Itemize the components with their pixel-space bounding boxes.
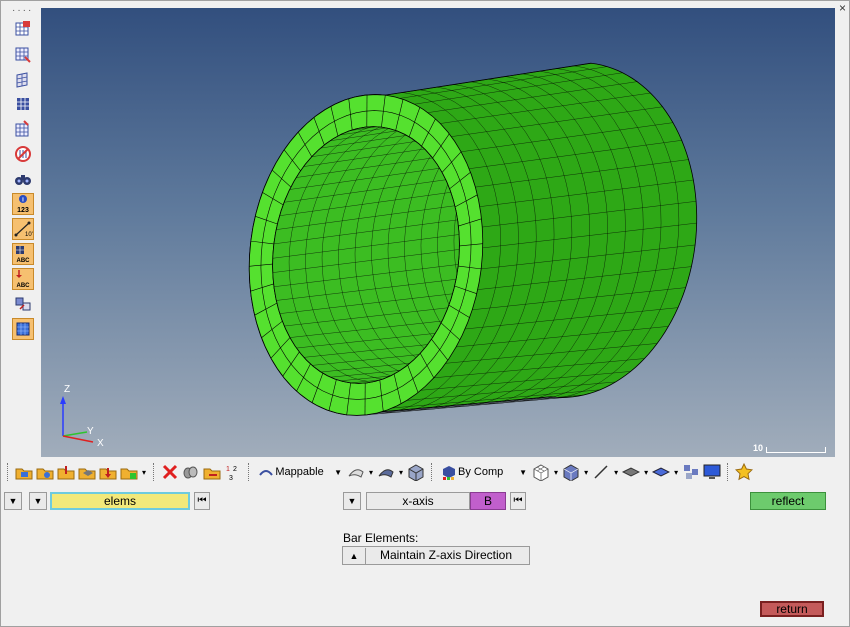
chevron-down-icon[interactable]: ▾ bbox=[644, 468, 648, 477]
cylinder-mesh bbox=[248, 62, 698, 416]
svg-text:10': 10' bbox=[25, 232, 33, 238]
chevron-down-icon[interactable]: ▾ bbox=[614, 468, 618, 477]
toggle-switch-icon[interactable]: ▲ bbox=[343, 548, 366, 564]
binoculars-icon[interactable] bbox=[12, 168, 34, 190]
svg-text:3: 3 bbox=[229, 475, 233, 481]
renumber-icon[interactable]: 123 bbox=[224, 463, 242, 481]
left-toolbar: ···· i 123 10' ABC ABC bbox=[9, 6, 37, 343]
color-mode-value: By Comp bbox=[458, 466, 504, 478]
elements-icon[interactable] bbox=[682, 463, 700, 481]
wireframe-icon[interactable] bbox=[532, 463, 550, 481]
bar-elements-label: Bar Elements: bbox=[343, 531, 419, 545]
x-axis-selector[interactable]: x-axis bbox=[366, 492, 470, 510]
no-mesh-icon[interactable] bbox=[12, 143, 34, 165]
color-mode-dropdown[interactable]: By Comp ▼ bbox=[439, 463, 529, 481]
open-model-icon[interactable] bbox=[15, 463, 33, 481]
svg-text:ABC: ABC bbox=[17, 283, 31, 289]
delete-icon[interactable] bbox=[161, 463, 179, 481]
close-icon[interactable]: × bbox=[839, 1, 846, 15]
measure-icon[interactable]: 10' bbox=[12, 218, 34, 240]
return-button[interactable]: return bbox=[760, 601, 824, 617]
toolbar-grip[interactable]: ···· bbox=[12, 6, 37, 16]
triad-z-label: Z bbox=[64, 384, 70, 395]
graphics-viewport[interactable]: Z Y X 10 bbox=[41, 8, 835, 457]
separator bbox=[153, 463, 155, 481]
svg-text:ABC: ABC bbox=[17, 258, 31, 264]
elems-selector[interactable]: elems bbox=[50, 492, 190, 510]
toolbar-grip[interactable] bbox=[7, 463, 9, 481]
chevron-down-icon[interactable]: ▾ bbox=[369, 468, 373, 477]
open-folder-icon[interactable] bbox=[36, 463, 54, 481]
move-icon[interactable] bbox=[203, 463, 221, 481]
separator bbox=[248, 463, 250, 481]
mesh-create-icon[interactable] bbox=[12, 68, 34, 90]
mesh-check-icon[interactable] bbox=[12, 18, 34, 40]
maintain-z-axis-label: Maintain Z-axis Direction bbox=[379, 548, 513, 562]
plane-shaded-icon[interactable] bbox=[652, 463, 671, 481]
label-abc-down-icon[interactable]: ABC bbox=[12, 268, 34, 290]
export-solver-icon[interactable] bbox=[120, 463, 138, 481]
mesh-mode-dropdown[interactable]: Mappable ▼ bbox=[256, 463, 344, 481]
star-icon[interactable] bbox=[735, 463, 754, 481]
export-icon[interactable] bbox=[99, 463, 117, 481]
chevron-down-icon[interactable]: ▾ bbox=[399, 468, 403, 477]
triad-x-label: X bbox=[97, 438, 104, 449]
mesh-edit-icon[interactable] bbox=[12, 43, 34, 65]
scale-bar: 10 bbox=[753, 443, 826, 453]
import-geometry-icon[interactable] bbox=[78, 463, 96, 481]
line-icon[interactable] bbox=[592, 463, 610, 481]
bottom-toolbar: ▾ 123 Mappable ▼ ▾ ▾ By Comp ▼ ▾ ▾ ▾ ▾ ▾ bbox=[4, 460, 844, 484]
chevron-down-icon[interactable]: ▾ bbox=[142, 468, 146, 477]
import-icon[interactable] bbox=[57, 463, 75, 481]
axis-triad: Z Y X bbox=[60, 384, 104, 449]
separator bbox=[431, 463, 433, 481]
label-abc-icon[interactable]: ABC bbox=[12, 243, 34, 265]
chevron-down-icon[interactable]: ▼ bbox=[334, 468, 342, 477]
by-comp-icon bbox=[443, 466, 456, 480]
reset-icon[interactable]: ⏮ bbox=[194, 492, 210, 510]
entity-type-dropdown[interactable]: ▼ bbox=[29, 492, 47, 510]
chevron-down-icon[interactable]: ▾ bbox=[554, 468, 558, 477]
svg-text:123: 123 bbox=[17, 207, 29, 214]
axis-dropdown[interactable]: ▼ bbox=[343, 492, 361, 510]
chevron-down-icon[interactable]: ▼ bbox=[519, 468, 527, 477]
plane-icon[interactable] bbox=[622, 463, 641, 481]
surface-shaded-icon[interactable] bbox=[377, 463, 395, 481]
organize-icon[interactable] bbox=[182, 463, 200, 481]
chevron-down-icon[interactable]: ▾ bbox=[674, 468, 678, 477]
base-point-button[interactable]: B bbox=[470, 492, 506, 510]
svg-text:1: 1 bbox=[226, 466, 230, 473]
surface-icon[interactable] bbox=[347, 463, 365, 481]
solid-icon[interactable] bbox=[407, 463, 425, 481]
shaded-elements-icon[interactable] bbox=[562, 463, 580, 481]
reflect-button[interactable]: reflect bbox=[750, 492, 826, 510]
mesh-split-icon[interactable] bbox=[12, 118, 34, 140]
svg-text:2: 2 bbox=[233, 466, 237, 473]
selector-type-dropdown[interactable]: ▼ bbox=[4, 492, 22, 510]
info-123-icon[interactable]: i 123 bbox=[12, 193, 34, 215]
grid-icon[interactable] bbox=[12, 93, 34, 115]
reset-icon[interactable]: ⏮ bbox=[510, 492, 526, 510]
mappable-icon bbox=[259, 470, 273, 476]
maintain-z-axis-toggle[interactable]: ▲ Maintain Z-axis Direction bbox=[342, 546, 530, 565]
transform-icon[interactable] bbox=[12, 293, 34, 315]
monitor-icon[interactable] bbox=[703, 463, 721, 481]
triad-y-label: Y bbox=[87, 426, 94, 437]
separator bbox=[727, 463, 729, 481]
mesh-mode-value: Mappable bbox=[275, 466, 324, 478]
chevron-down-icon[interactable]: ▾ bbox=[584, 468, 588, 477]
scale-label: 10 bbox=[752, 443, 763, 453]
select-icon[interactable] bbox=[12, 318, 34, 340]
